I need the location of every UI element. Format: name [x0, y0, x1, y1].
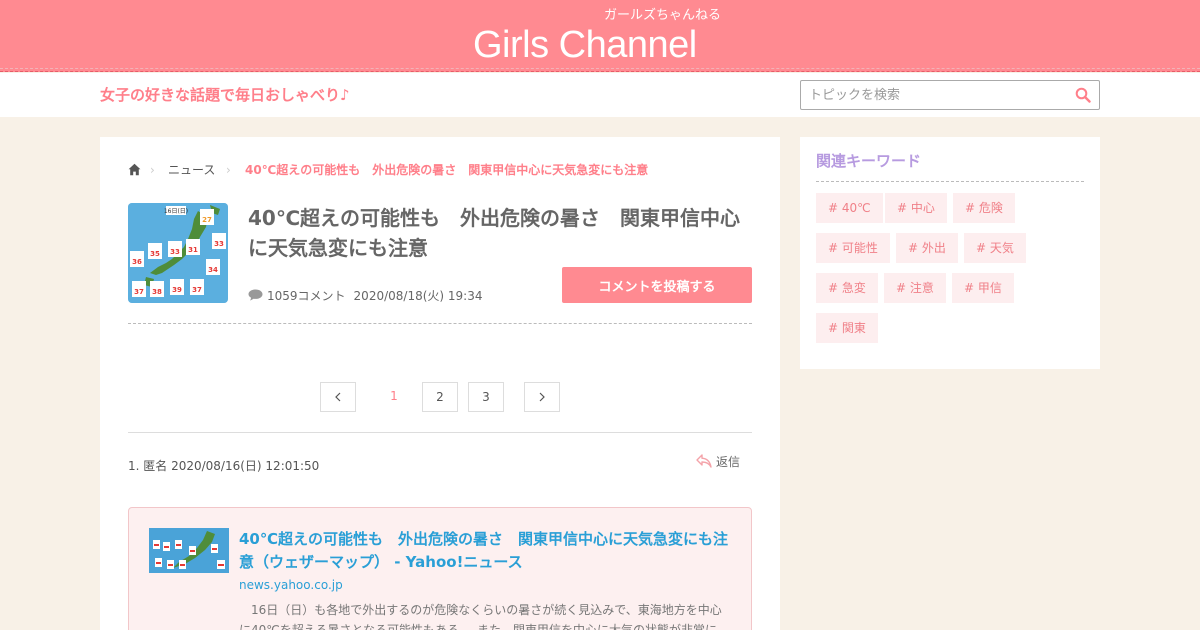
map-temp: 37 — [192, 286, 202, 294]
keyword-tag[interactable]: # 可能性 — [816, 233, 890, 263]
page-link-2[interactable]: 2 — [422, 382, 458, 412]
search-icon[interactable] — [1075, 87, 1091, 103]
reply-button[interactable]: 返信 — [696, 452, 740, 472]
prev-page-button[interactable] — [320, 382, 356, 412]
comment-header: 1. 匿名 2020/08/16(日) 12:01:50 — [128, 459, 320, 473]
keyword-tag[interactable]: # 注意 — [884, 273, 946, 303]
divider — [128, 323, 752, 324]
weather-map-image — [149, 528, 229, 573]
breadcrumb-item-current: 40℃超えの可能性も 外出危険の暑さ 関東甲信中心に天気急変にも注意 — [245, 163, 649, 177]
breadcrumb-item-news[interactable]: ニュース — [168, 162, 215, 178]
related-keywords-panel: 関連キーワード # 40℃ # 中心 # 危険 # 可能性 # 外出 # 天気 … — [800, 137, 1100, 369]
weather-map-image: 16日(日) 27 33 35 33 31 36 34 37 38 39 37 — [128, 203, 228, 303]
divider — [128, 432, 752, 433]
link-title[interactable]: 40℃超えの可能性も 外出危険の暑さ 関東甲信中心に天気急変にも注意（ウェザーマ… — [239, 528, 729, 574]
site-logo[interactable]: ガールズちゃんねる Girls Channel — [473, 9, 733, 66]
logo-text: Girls Channel — [473, 24, 697, 66]
keyword-tag[interactable]: # 中心 — [885, 193, 947, 223]
keyword-tag[interactable]: # 危険 — [953, 193, 1015, 223]
map-temp: 38 — [152, 288, 162, 296]
next-page-button[interactable] — [524, 382, 560, 412]
page-link-1[interactable]: 1 — [376, 382, 412, 412]
chevron-left-icon — [335, 392, 341, 402]
keyword-tag[interactable]: # 40℃ — [816, 193, 883, 223]
link-thumbnail — [149, 528, 229, 573]
sub-header: 女子の好きな話題で毎日おしゃべり♪ — [0, 73, 1200, 117]
topic-meta: 1059コメント 2020/08/18(火) 19:34 — [248, 288, 482, 304]
link-preview-card[interactable]: 40℃超えの可能性も 外出危険の暑さ 関東甲信中心に天気急変にも注意（ウェザーマ… — [128, 507, 752, 630]
comment-bubble-icon — [248, 289, 263, 301]
map-temp: 35 — [150, 250, 160, 258]
breadcrumb-separator-icon: › — [150, 163, 155, 177]
divider — [816, 181, 1084, 182]
logo-kana: ガールズちゃんねる — [604, 8, 722, 23]
map-temp: 39 — [172, 286, 182, 294]
page-link-3[interactable]: 3 — [468, 382, 504, 412]
keyword-tag[interactable]: # 急変 — [816, 273, 878, 303]
keyword-tag[interactable]: # 天気 — [964, 233, 1026, 263]
map-temp: 36 — [132, 258, 142, 266]
keyword-tag[interactable]: # 甲信 — [952, 273, 1014, 303]
map-temp: 33 — [170, 248, 180, 256]
search-box — [800, 80, 1100, 110]
topic-date: 2020/08/18(火) 19:34 — [353, 289, 483, 303]
keyword-tag[interactable]: # 外出 — [896, 233, 958, 263]
post-comment-button[interactable]: コメントを投稿する — [562, 267, 752, 303]
topic-title: 40℃超えの可能性も 外出危険の暑さ 関東甲信中心に天気急変にも注意 — [248, 206, 741, 260]
map-temp: 27 — [202, 216, 212, 224]
link-domain: news.yahoo.co.jp — [239, 578, 343, 592]
breadcrumb-separator-icon: › — [226, 163, 231, 177]
related-keywords-title: 関連キーワード — [816, 152, 922, 170]
main-content: › ニュース › 40℃超えの可能性も 外出危険の暑さ 関東甲信中心に天気急変に… — [100, 137, 780, 630]
home-icon[interactable] — [128, 163, 141, 176]
chevron-right-icon — [539, 392, 545, 402]
pagination: 1 2 3 — [100, 382, 780, 412]
map-temp: 31 — [188, 246, 198, 254]
comment-count[interactable]: 1059コメント — [267, 289, 346, 303]
keyword-tag[interactable]: # 関東 — [816, 313, 878, 343]
map-temp: 34 — [208, 266, 218, 274]
site-header: ガールズちゃんねる Girls Channel — [0, 0, 1200, 72]
map-date-label: 16日(日) — [164, 208, 188, 215]
reply-icon — [696, 454, 712, 468]
reply-label: 返信 — [716, 455, 741, 469]
map-temp: 37 — [134, 288, 144, 296]
link-description: 16日（日）も各地で外出するのが危険なくらいの暑さが続く見込みで、東海地方を中心… — [239, 603, 722, 630]
search-input[interactable] — [801, 81, 1061, 109]
site-tagline: 女子の好きな話題で毎日おしゃべり♪ — [100, 86, 350, 104]
map-temp: 33 — [214, 240, 224, 248]
topic-thumbnail[interactable]: 16日(日) 27 33 35 33 31 36 34 37 38 39 37 — [128, 203, 228, 303]
